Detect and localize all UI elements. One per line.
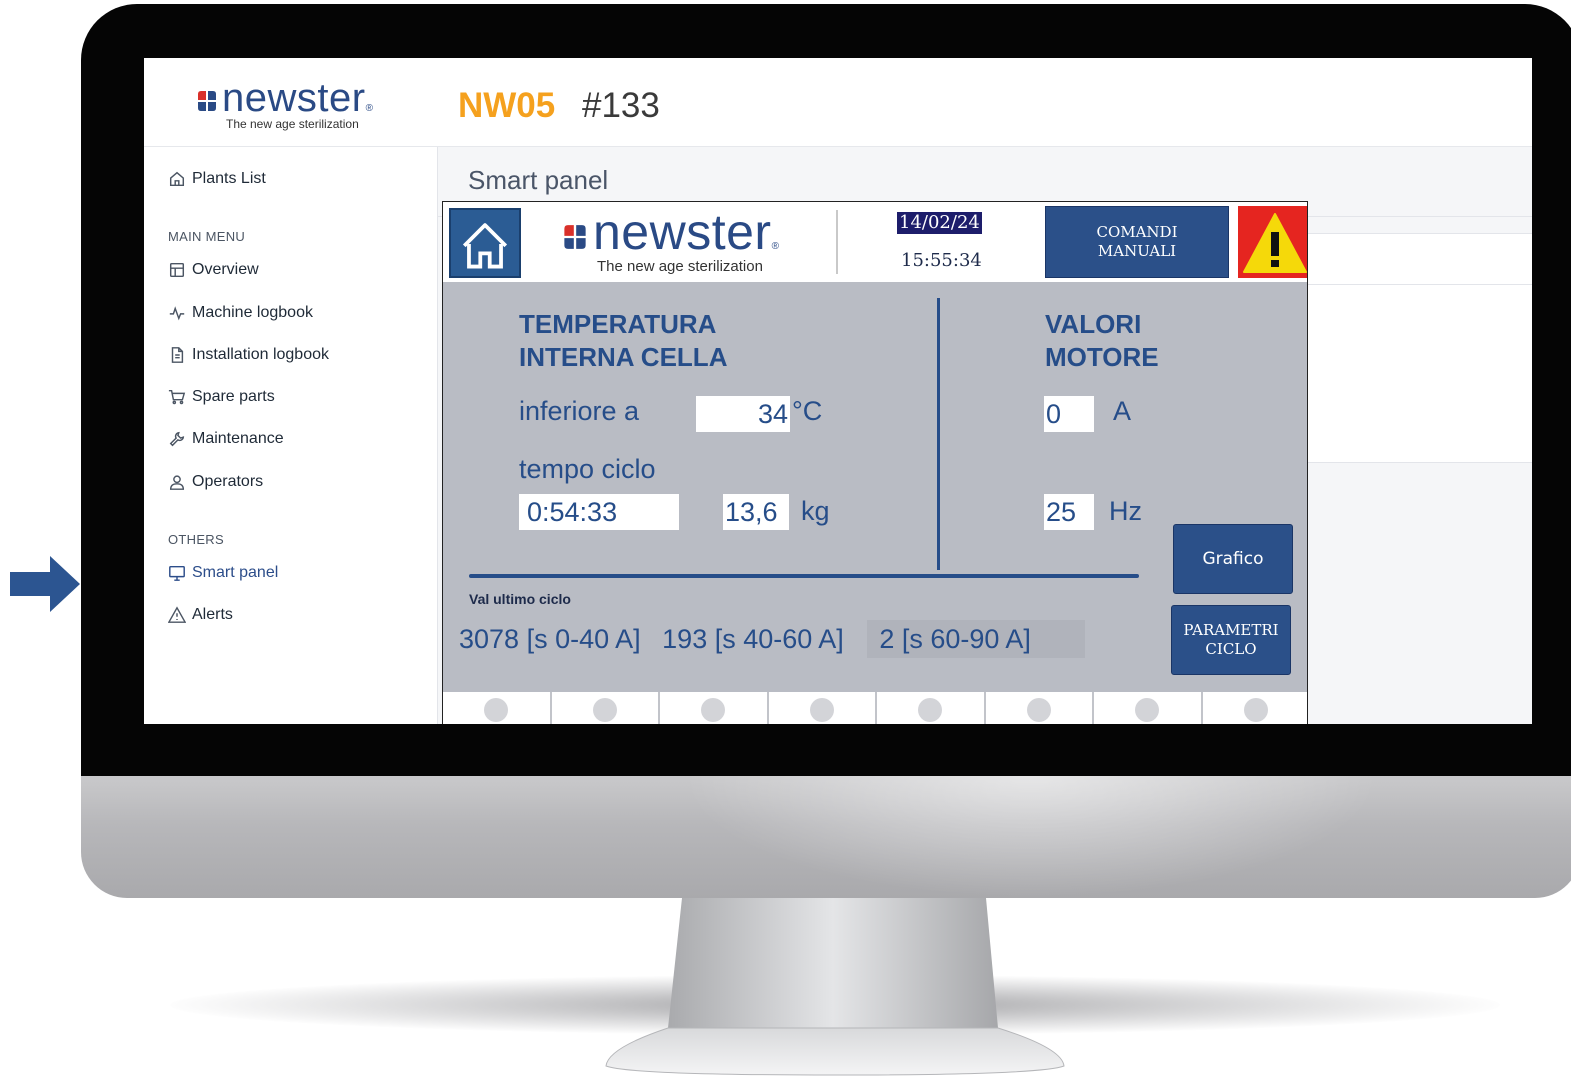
activity-icon: [169, 306, 185, 321]
sidebar-item-alerts[interactable]: Alerts: [168, 603, 233, 627]
home-icon: [169, 171, 185, 187]
main-menu-label: MAIN MENU: [168, 229, 246, 244]
last-cycle-stats: 3078 [s 0-40 A] 193 [s 40-60 A] 2 [s 60-…: [459, 620, 1085, 658]
footer-indicator[interactable]: [769, 692, 877, 724]
divider: [1306, 284, 1532, 285]
indicator-led-icon: [701, 698, 726, 722]
weight-unit: kg: [801, 496, 830, 526]
cycle-parameters-button[interactable]: PARAMETRI CICLO: [1171, 605, 1291, 675]
indicator-led-icon: [918, 698, 943, 722]
footer-indicator[interactable]: [1203, 692, 1308, 724]
manual-commands-button[interactable]: COMANDI MANUALI: [1045, 206, 1229, 278]
indicator-led-icon: [809, 698, 834, 722]
sidebar-item-label: Plants List: [192, 170, 266, 187]
user-icon: [169, 475, 185, 490]
indicator-led-icon: [1135, 698, 1160, 722]
hmi-header: newster® The new age sterilization 14/02…: [443, 202, 1307, 282]
sidebar-item-label: Smart panel: [192, 564, 279, 581]
brand-logo[interactable]: newster® The new age sterilization: [196, 76, 396, 136]
footer-indicator[interactable]: [443, 692, 552, 724]
brand-tagline: The new age sterilization: [226, 117, 359, 131]
monitor-stand: [605, 898, 1065, 1076]
last-cycle-stat: 193 [s 40-60 A]: [662, 624, 844, 654]
machine-model: NW05: [458, 86, 556, 125]
monitor-chin: [81, 776, 1571, 898]
weight-value: 13,6: [723, 494, 789, 530]
indicator-led-icon: [484, 698, 509, 722]
frequency-value: 25: [1044, 494, 1094, 530]
footer-indicator[interactable]: [660, 692, 769, 724]
content-card: [1306, 233, 1532, 463]
current-value: 0: [1044, 396, 1094, 432]
sidebar-item-spare-parts[interactable]: Spare parts: [168, 385, 275, 409]
footer-indicator[interactable]: [1094, 692, 1203, 724]
sidebar-item-machine-logbook[interactable]: Machine logbook: [168, 301, 313, 325]
motor-title: VALORI MOTORE: [1045, 309, 1159, 372]
sidebar-item-label: Operators: [192, 473, 264, 490]
sidebar-item-smart-panel[interactable]: Smart panel: [168, 561, 278, 585]
cart-icon: [168, 389, 186, 405]
temperature-value: 34: [696, 396, 790, 432]
others-label: OTHERS: [168, 532, 224, 547]
footer-indicator[interactable]: [986, 692, 1094, 724]
sidebar-item-label: Spare parts: [192, 388, 275, 405]
warning-icon: [168, 606, 186, 623]
pointer-arrow-icon: [10, 556, 80, 612]
last-cycle-label: Val ultimo ciclo: [469, 591, 571, 607]
sidebar-item-installation-logbook[interactable]: Installation logbook: [168, 343, 329, 367]
alarm-button[interactable]: [1238, 206, 1307, 278]
hmi-footer-indicators: [443, 692, 1308, 724]
hmi-home-button[interactable]: [449, 208, 521, 278]
screen: newster® The new age sterilization NW05 …: [144, 58, 1532, 724]
chart-button[interactable]: Grafico: [1173, 524, 1293, 594]
hmi-time: 15:55:34: [901, 250, 982, 271]
top-bar: newster® The new age sterilization NW05 …: [144, 58, 1532, 147]
product-mockup: newster® The new age sterilization NW05 …: [0, 0, 1571, 1077]
sidebar-item-label: Alerts: [192, 606, 233, 623]
last-cycle-stat: 3078 [s 0-40 A]: [459, 624, 641, 654]
layout-icon: [169, 262, 185, 278]
smart-panel-hmi: newster® The new age sterilization 14/02…: [442, 201, 1308, 724]
divider: [469, 574, 1139, 578]
sidebar-item-overview[interactable]: Overview: [168, 258, 259, 282]
page-title: Smart panel: [468, 165, 609, 195]
footer-indicator[interactable]: [877, 692, 986, 724]
below-label: inferiore a: [519, 396, 640, 426]
document-icon: [171, 347, 184, 363]
indicator-led-icon: [1243, 698, 1268, 722]
sidebar-item-label: Overview: [192, 261, 259, 278]
sidebar-item-label: Installation logbook: [192, 346, 329, 363]
sidebar: Plants List MAIN MENU Overview Machine l…: [144, 147, 438, 724]
cycle-time-value: 0:54:33: [519, 494, 679, 530]
divider: [937, 298, 940, 570]
last-cycle-stat: 2 [s 60-90 A]: [867, 620, 1085, 658]
cycle-time-label: tempo ciclo: [519, 454, 656, 484]
newster-logo-icon: [198, 91, 216, 111]
frequency-unit: Hz: [1109, 496, 1142, 526]
wrench-icon: [169, 431, 185, 447]
newster-logo-icon: [564, 225, 586, 249]
footer-indicator[interactable]: [552, 692, 660, 724]
sidebar-item-plants-list[interactable]: Plants List: [168, 167, 266, 191]
indicator-led-icon: [1026, 698, 1051, 722]
warning-triangle-icon: [1243, 213, 1307, 273]
monitor-icon: [169, 565, 185, 581]
hmi-brand-logo: newster® The new age sterilization: [561, 204, 811, 280]
temperature-title: TEMPERATURA INTERNA CELLA: [519, 309, 728, 372]
sidebar-item-label: Maintenance: [192, 430, 284, 447]
sidebar-item-maintenance[interactable]: Maintenance: [168, 427, 284, 451]
hmi-brand-tagline: The new age sterilization: [597, 258, 763, 275]
sidebar-item-label: Machine logbook: [192, 304, 313, 321]
indicator-led-icon: [592, 698, 617, 722]
home-icon: [462, 223, 508, 269]
machine-serial: #133: [582, 86, 660, 125]
divider: [836, 210, 838, 274]
current-unit: A: [1113, 396, 1132, 426]
temperature-unit: °C: [792, 396, 823, 426]
hmi-date: 14/02/24: [897, 212, 982, 234]
sidebar-item-operators[interactable]: Operators: [168, 470, 263, 494]
